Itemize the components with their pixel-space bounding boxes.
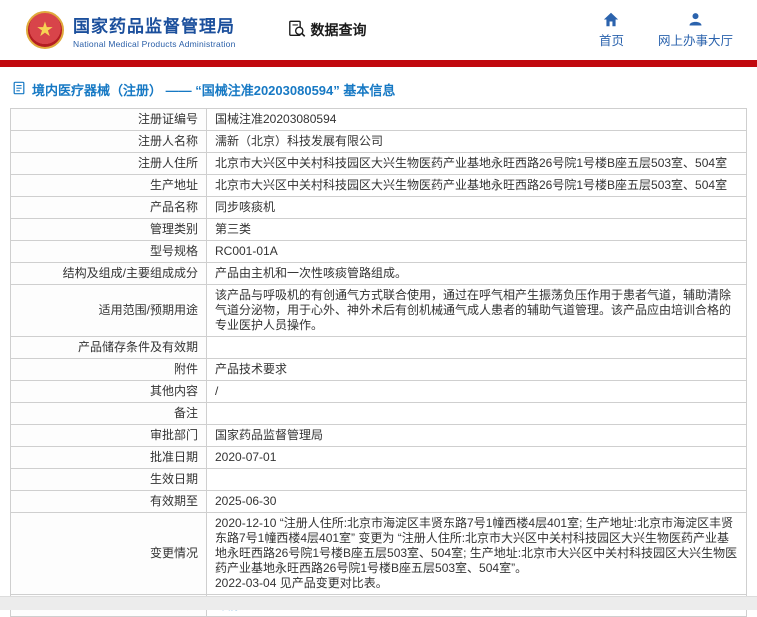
row-label-cell: 产品名称 [10,197,207,219]
brand-block: 国家药品监督管理局 National Medical Products Admi… [73,12,236,49]
row-label: 注册证编号 [137,112,198,126]
page-title: 境内医疗器械（注册） —— “国械注准20203080594” 基本信息 [32,83,396,98]
row-value: 产品技术要求 [207,359,747,381]
table-row: 管理类别 第三类 [10,219,747,241]
row-label: 变更情况 [149,546,198,560]
nav-online-hall-label: 网上办事大厅 [657,33,733,48]
person-icon [688,12,703,27]
header-accent-bar [0,60,757,67]
footer-strip [0,596,757,610]
row-label-cell: 适用范围/预期用途 [10,285,207,337]
row-label-cell: 批准日期 [10,447,207,469]
row-value: 北京市大兴区中关村科技园区大兴生物医药产业基地永旺西路26号院1号楼B座五层50… [207,175,747,197]
table-row: 生效日期 [10,469,747,491]
table-row: 备注 [10,403,747,425]
row-value: 濡新（北京）科技发展有限公司 [207,131,747,153]
row-label: 型号规格 [149,244,198,258]
row-label: 产品储存条件及有效期 [77,340,198,354]
row-label: 有效期至 [149,494,198,508]
row-label: 生效日期 [149,472,198,486]
table-row: 批准日期 2020-07-01 [10,447,747,469]
table-row: 生产地址 北京市大兴区中关村科技园区大兴生物医药产业基地永旺西路26号院1号楼B… [10,175,747,197]
nav-online-hall[interactable]: 网上办事大厅 [658,12,733,49]
row-label: 生产地址 [149,178,198,192]
row-label: 适用范围/预期用途 [98,303,198,317]
row-value [207,469,747,491]
row-label-cell: 生产地址 [10,175,207,197]
row-label-cell: 管理类别 [10,219,207,241]
table-row: 结构及组成/主要组成成分 产品由主机和一次性咳痰管路组成。 [10,263,747,285]
emblem-star-icon: ★ [36,19,54,41]
top-header: ★ 国家药品监督管理局 National Medical Products Ad… [0,0,757,60]
row-value [207,337,747,359]
row-label-cell: 其他内容 [10,381,207,403]
row-label-cell: 产品储存条件及有效期 [10,337,207,359]
national-emblem-logo: ★ [26,11,64,49]
row-label-cell: 审批部门 [10,425,207,447]
row-label: 附件 [173,362,198,376]
table-row: 注册人住所 北京市大兴区中关村科技园区大兴生物医药产业基地永旺西路26号院1号楼… [10,153,747,175]
table-row: 产品名称 同步咳痰机 [10,197,747,219]
row-label: 其他内容 [149,384,198,398]
row-value: 2025-06-30 [207,491,747,513]
table-row: 型号规格 RC001-01A [10,241,747,263]
table-row: 其他内容 / [10,381,747,403]
row-value: 2020-07-01 [207,447,747,469]
row-value: RC001-01A [207,241,747,263]
row-label-cell: 变更情况 [10,513,207,595]
row-value: 产品由主机和一次性咳痰管路组成。 [207,263,747,285]
table-row: 适用范围/预期用途 该产品与呼吸机的有创通气方式联合使用，通过在呼气相产生振荡负… [10,285,747,337]
row-label: 备注 [173,406,198,420]
data-query-icon [288,20,306,41]
table-row: 注册人名称 濡新（北京）科技发展有限公司 [10,131,747,153]
row-label-cell: 备注 [10,403,207,425]
row-label-cell: 型号规格 [10,241,207,263]
row-label: 管理类别 [149,222,198,236]
row-value: 国械注准20203080594 [207,108,747,131]
nav-home-label: 首页 [598,33,624,48]
row-label-cell: 结构及组成/主要组成成分 [10,263,207,285]
row-label: 审批部门 [149,428,198,442]
nav-home[interactable]: 首页 [599,12,624,49]
table-row: 附件 产品技术要求 [10,359,747,381]
row-value: 第三类 [207,219,747,241]
row-label-cell: 注册人名称 [10,131,207,153]
row-value: 2020-12-10 “注册人住所:北京市海淀区丰贤东路7号1幢西楼4层401室… [207,513,747,595]
row-label-cell: 有效期至 [10,491,207,513]
table-row: 注册证编号 国械注准20203080594 [10,108,747,131]
row-label-cell: 生效日期 [10,469,207,491]
table-row: 审批部门 国家药品监督管理局 [10,425,747,447]
row-label-cell: 注册证编号 [10,108,207,131]
row-value: 国家药品监督管理局 [207,425,747,447]
row-label: 注册人名称 [137,134,198,148]
row-label: 批准日期 [149,450,198,464]
row-label-cell: 附件 [10,359,207,381]
row-value: 北京市大兴区中关村科技园区大兴生物医药产业基地永旺西路26号院1号楼B座五层50… [207,153,747,175]
row-label: 产品名称 [149,200,198,214]
header-nav: 首页 网上办事大厅 [599,12,739,49]
row-value: 该产品与呼吸机的有创通气方式联合使用，通过在呼气相产生振荡负压作用于患者气道，辅… [207,285,747,337]
document-icon [12,81,26,98]
row-value [207,403,747,425]
row-value: / [207,381,747,403]
table-row: 产品储存条件及有效期 [10,337,747,359]
table-row: 有效期至 2025-06-30 [10,491,747,513]
data-query-label: 数据查询 [310,22,367,38]
info-table: 注册证编号 国械注准20203080594 注册人名称 濡新（北京）科技发展有限… [10,108,747,617]
page-title-bar: 境内医疗器械（注册） —— “国械注准20203080594” 基本信息 [0,67,757,108]
table-row: 变更情况 2020-12-10 “注册人住所:北京市海淀区丰贤东路7号1幢西楼4… [10,513,747,595]
row-label: 结构及组成/主要组成成分 [62,266,198,280]
row-label: 注册人住所 [137,156,198,170]
home-icon [603,12,619,27]
data-query-nav[interactable]: 数据查询 [288,20,367,41]
agency-title: 国家药品监督管理局 [73,16,235,36]
agency-subtitle: National Medical Products Administration [73,38,236,49]
row-label-cell: 注册人住所 [10,153,207,175]
row-value: 同步咳痰机 [207,197,747,219]
